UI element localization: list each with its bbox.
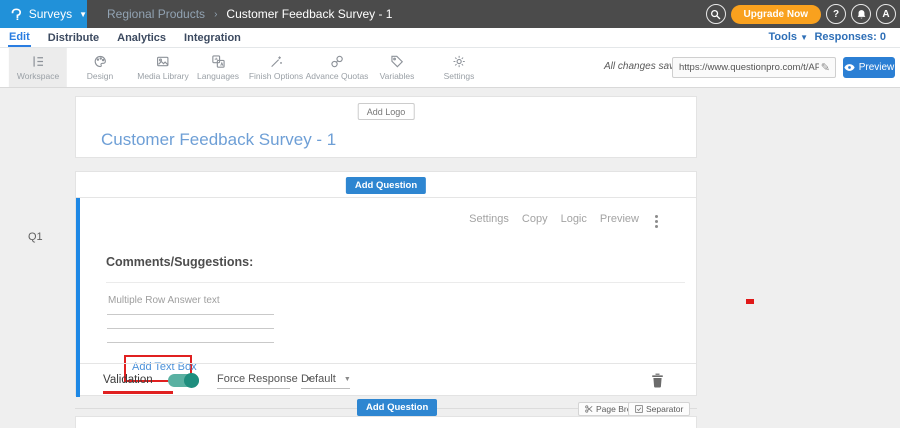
separator-checkbox-icon [635, 405, 643, 413]
questionpro-logo-icon [11, 7, 22, 22]
annotation-red-dash [746, 299, 754, 304]
answer-placeholder: Multiple Row Answer text [108, 295, 220, 306]
answer-row-1[interactable] [107, 314, 274, 315]
validation-label: Validation [103, 374, 153, 386]
tab-distribute[interactable]: Distribute [47, 30, 100, 46]
question-settings-link[interactable]: Settings [469, 213, 509, 225]
tab-edit[interactable]: Edit [8, 29, 31, 47]
tab-analytics[interactable]: Analytics [116, 30, 167, 46]
survey-title[interactable]: Customer Feedback Survey - 1 [101, 130, 336, 150]
answer-row-3[interactable] [107, 342, 274, 343]
product-name: Surveys [29, 7, 72, 21]
question-more-menu[interactable] [652, 213, 660, 229]
search-icon [710, 9, 721, 20]
chain-icon [329, 54, 344, 69]
add-logo-button[interactable]: Add Logo [358, 103, 415, 120]
upgrade-now-button[interactable]: Upgrade Now [731, 5, 821, 24]
tool-advance-quotas[interactable]: Advance Quotas [298, 48, 377, 87]
breadcrumb-survey-name: Customer Feedback Survey - 1 [226, 7, 392, 21]
eye-icon [844, 63, 855, 72]
question-actions: Settings Copy Logic Preview [469, 213, 639, 225]
palette-icon [93, 54, 108, 69]
question-text[interactable]: Comments/Suggestions: [106, 255, 253, 269]
separator-button[interactable]: Separator [628, 402, 690, 416]
question-block: Settings Copy Logic Preview Comments/Sug… [76, 198, 696, 397]
module-nav: Edit Distribute Analytics Integration To… [0, 28, 900, 48]
force-response-dropdown[interactable]: Force Response ▼ [217, 373, 290, 389]
module-nav-items: Edit Distribute Analytics Integration [8, 28, 242, 47]
survey-url-field: ✎ [672, 57, 836, 78]
default-dropdown[interactable]: Default ▼ [301, 373, 350, 389]
question-section-card: Add Question Settings Copy Logic Preview… [75, 171, 697, 396]
annotation-red-underline [103, 391, 173, 394]
scissors-icon [585, 405, 593, 413]
avatar[interactable]: A [876, 4, 896, 24]
search-button[interactable] [706, 4, 726, 24]
tag-icon [390, 54, 405, 69]
translate-icon [210, 54, 225, 69]
question-divider [106, 282, 685, 283]
breadcrumb-folder[interactable]: Regional Products [107, 7, 205, 21]
tool-design[interactable]: Design [79, 48, 121, 87]
validation-toggle[interactable] [168, 374, 199, 387]
add-question-strip: Add Question [76, 172, 696, 198]
question-logic-link[interactable]: Logic [561, 213, 587, 225]
tool-variables[interactable]: Variables [372, 48, 423, 87]
tool-settings[interactable]: Settings [436, 48, 483, 87]
tool-languages[interactable]: Languages [189, 48, 247, 87]
answer-row-2[interactable] [107, 328, 274, 329]
gear-icon [452, 54, 467, 69]
tools-menu[interactable]: Tools ▼ [769, 31, 809, 43]
tool-workspace[interactable]: Workspace [9, 48, 67, 87]
header-actions: Upgrade Now ? A [706, 0, 896, 28]
next-block-card [75, 416, 697, 428]
responses-count[interactable]: Responses: 0 [814, 31, 886, 43]
chevron-down-icon: ▼ [344, 376, 351, 383]
chevron-down-icon: ▼ [800, 33, 808, 42]
question-number-label: Q1 [28, 231, 43, 243]
toggle-knob [184, 373, 199, 388]
edit-toolbar: Workspace Design Media Library [0, 48, 900, 88]
preview-button[interactable]: Preview [843, 57, 895, 78]
avatar-initial: A [882, 9, 889, 20]
edit-url-pencil-icon[interactable]: ✎ [821, 61, 835, 74]
add-question-button-bottom[interactable]: Add Question [357, 399, 437, 416]
tool-media-library[interactable]: Media Library [129, 48, 197, 87]
tab-integration[interactable]: Integration [183, 30, 242, 46]
survey-url-input[interactable] [673, 62, 821, 73]
help-button[interactable]: ? [826, 4, 846, 24]
question-footer: Validation Force Response ▼ Default ▼ [80, 363, 696, 397]
top-header-bar: Surveys ▼ Regional Products › Customer F… [0, 0, 900, 28]
survey-header-card: Add Logo Customer Feedback Survey - 1 [75, 96, 697, 158]
bell-icon [856, 9, 867, 20]
workspace-icon [30, 54, 45, 69]
survey-editor-page: Surveys ▼ Regional Products › Customer F… [0, 0, 900, 425]
question-preview-link[interactable]: Preview [600, 213, 639, 225]
notifications-button[interactable] [851, 4, 871, 24]
chevron-down-icon: ▼ [79, 10, 87, 19]
add-question-button-top[interactable]: Add Question [346, 177, 426, 194]
question-copy-link[interactable]: Copy [522, 213, 548, 225]
image-icon [156, 54, 171, 69]
product-switcher[interactable]: Surveys ▼ [0, 0, 87, 28]
delete-question-trash-icon[interactable] [650, 372, 665, 388]
help-icon: ? [833, 9, 839, 20]
wand-icon [269, 54, 284, 69]
breadcrumb-separator-icon: › [214, 9, 217, 20]
breadcrumb: Regional Products › Customer Feedback Su… [107, 0, 392, 28]
